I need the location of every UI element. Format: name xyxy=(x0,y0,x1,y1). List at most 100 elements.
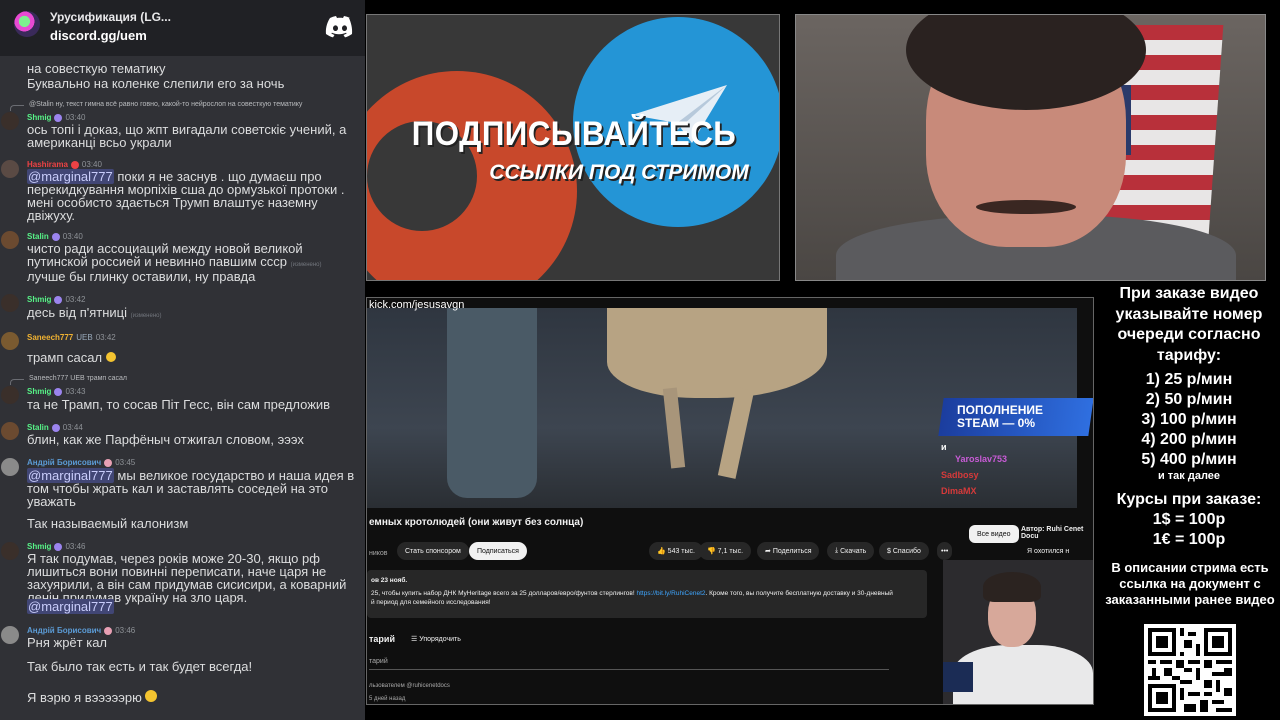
avatar[interactable] xyxy=(1,422,19,440)
reply-connector xyxy=(10,105,24,111)
username[interactable]: Stalin xyxy=(27,232,49,241)
order-info-panel: При заказе видео указывайте номер очеред… xyxy=(1098,282,1280,720)
server-invite-link[interactable]: discord.gg/uem xyxy=(50,28,147,43)
message-header: Shmig 03:40 xyxy=(27,113,85,122)
rates-heading: Курсы при заказе: xyxy=(1116,491,1262,508)
username[interactable]: Shmig xyxy=(27,113,51,122)
tariff-item: 2) 50 р/мин xyxy=(1145,391,1233,408)
thanks-label: Спасибо xyxy=(892,547,921,555)
username[interactable]: Андрій Борисович xyxy=(27,458,101,467)
kick-channel-url: kick.com/jesusavgn xyxy=(369,299,465,311)
avatar[interactable] xyxy=(1,112,19,130)
add-comment-input[interactable]: тарий xyxy=(369,658,889,670)
avatar[interactable] xyxy=(1,160,19,178)
timestamp: 03:46 xyxy=(115,626,136,635)
username[interactable]: Shmig xyxy=(27,542,51,551)
avatar[interactable] xyxy=(1,542,19,560)
tariff-item: 1) 25 р/мин xyxy=(1145,371,1233,388)
username[interactable]: Shmig xyxy=(27,387,51,396)
person-legs xyxy=(447,308,537,498)
description-text: . Кроме того, вы получите бесплатную дос… xyxy=(705,590,893,597)
message-text: чисто ради ассоциаций между новой велико… xyxy=(27,242,327,272)
more-actions-button[interactable]: ••• xyxy=(937,542,953,560)
message-text: @marginal777 мы великое государство и на… xyxy=(27,468,362,508)
like-button[interactable]: 👍 543 тыс. xyxy=(649,542,703,560)
timestamp: 03:42 xyxy=(95,333,116,342)
comments-heading: тарий xyxy=(369,634,395,644)
timestamp: 03:46 xyxy=(65,542,86,551)
poster-logo xyxy=(943,662,973,692)
description-link[interactable]: https://bit.ly/RuhiCenet2 xyxy=(637,590,706,597)
dislike-button[interactable]: 👎 7,1 тыс. xyxy=(699,542,752,560)
user-mention[interactable]: @marginal777 xyxy=(27,599,114,614)
message-list[interactable]: на совесткую тематику Буквально на колен… xyxy=(0,56,365,720)
comment-author[interactable]: льзователем @ruhicenetdocs xyxy=(369,683,450,689)
video-title: емных кротолюдей (они живут без солнца) xyxy=(369,517,584,528)
username[interactable]: Saneech777 xyxy=(27,333,73,342)
sort-comments-button[interactable]: ☰ Упорядочить xyxy=(411,635,461,643)
message-text: ось топі і доказ, що жпт вигадали советс… xyxy=(27,122,347,150)
avatar[interactable] xyxy=(1,231,19,249)
tariff-item: 3) 100 р/мин xyxy=(1141,411,1237,428)
video-description[interactable]: ов 23 нояб. 25, чтобы купить набор ДНК M… xyxy=(367,570,927,618)
message-text: @marginal777 поки я не заснув . що думає… xyxy=(27,169,362,222)
promo-title: ПОДПИСЫВАЙТЕСЬ xyxy=(411,115,737,153)
message-header: Hashirama 03:40 xyxy=(27,160,102,169)
donor-prefix: и xyxy=(941,442,947,452)
qr-code-icon xyxy=(1148,628,1232,712)
username[interactable]: Shmig xyxy=(27,295,51,304)
avatar[interactable] xyxy=(1,294,19,312)
message-text: Я вэрю я вэээээрю xyxy=(27,690,158,705)
username[interactable]: Stalin xyxy=(27,423,49,432)
message-text: Так называемый калонизм xyxy=(27,516,189,531)
chip-all-videos[interactable]: Все видео xyxy=(969,525,1019,543)
streamer-moustache xyxy=(976,200,1076,214)
description-date: ов 23 нояб. xyxy=(371,577,408,584)
rate-item: 1$ = 100р xyxy=(1152,511,1226,528)
chip-author[interactable]: Автор: Ruhi Cenet Docu xyxy=(1021,526,1093,540)
role-badge-icon xyxy=(51,423,60,432)
share-button[interactable]: ➦ Поделиться xyxy=(757,542,820,560)
order-instructions: При заказе видео указывайте номер очеред… xyxy=(1115,285,1263,364)
avatar[interactable] xyxy=(1,458,19,476)
message-body: Я вэрю я вэээээрю xyxy=(27,690,142,705)
subscribe-button[interactable]: Подписаться xyxy=(469,542,527,560)
timestamp: 03:43 xyxy=(65,387,86,396)
stream-video: kick.com/jesusavgn ПОПОЛНЕНИЕ STEAM — 0%… xyxy=(366,297,1094,705)
reply-preview[interactable]: @Stalin ну, текст гимна всё равно говно,… xyxy=(29,101,302,108)
download-button[interactable]: ⤓ Скачать xyxy=(827,542,875,560)
role-badge-icon xyxy=(51,232,60,241)
description-line: й период для семейного исследования! xyxy=(371,599,491,606)
donor-name: Sadbosy xyxy=(941,470,979,480)
reactor-shirt xyxy=(953,645,1093,704)
username[interactable]: Hashirama xyxy=(27,160,68,169)
thanks-icon: $ xyxy=(887,547,891,555)
message-body: трамп сасал xyxy=(27,350,103,365)
recommended-video-title[interactable]: Я охотился н xyxy=(1027,548,1069,555)
reactor-facecam xyxy=(943,560,1093,704)
role-badge-icon xyxy=(54,542,63,551)
role-badge-icon xyxy=(70,160,79,169)
server-avatar[interactable] xyxy=(14,11,40,37)
download-label: Скачать xyxy=(840,547,867,555)
sponsor-button[interactable]: Стать спонсором xyxy=(397,542,469,560)
username[interactable]: Андрій Борисович xyxy=(27,626,101,635)
message-text: Я так подумав, через років може 20-30, я… xyxy=(27,551,347,605)
avatar[interactable] xyxy=(1,332,19,350)
avatar[interactable] xyxy=(1,626,19,644)
promo-subtitle: ССЫЛКИ ПОД СТРИМОМ xyxy=(489,161,749,184)
role-badge-icon xyxy=(54,295,63,304)
timestamp: 03:40 xyxy=(81,160,102,169)
message-header: Shmig 03:43 xyxy=(27,387,85,396)
message-text: на совесткую тематику xyxy=(27,61,166,76)
edited-tag: (изменено) xyxy=(290,262,322,268)
reply-connector xyxy=(10,379,24,385)
description-line: 25, чтобы купить набор ДНК MyHeritage вс… xyxy=(371,589,923,598)
dog-leg xyxy=(717,387,755,479)
reply-preview[interactable]: Saneech777 UEB трамп сасал xyxy=(29,375,127,382)
role-badge-icon xyxy=(54,113,63,122)
avatar[interactable] xyxy=(1,386,19,404)
message-header: Shmig 03:42 xyxy=(27,295,85,304)
qr-code[interactable] xyxy=(1144,624,1236,716)
thanks-button[interactable]: $ Спасибо xyxy=(879,542,929,560)
